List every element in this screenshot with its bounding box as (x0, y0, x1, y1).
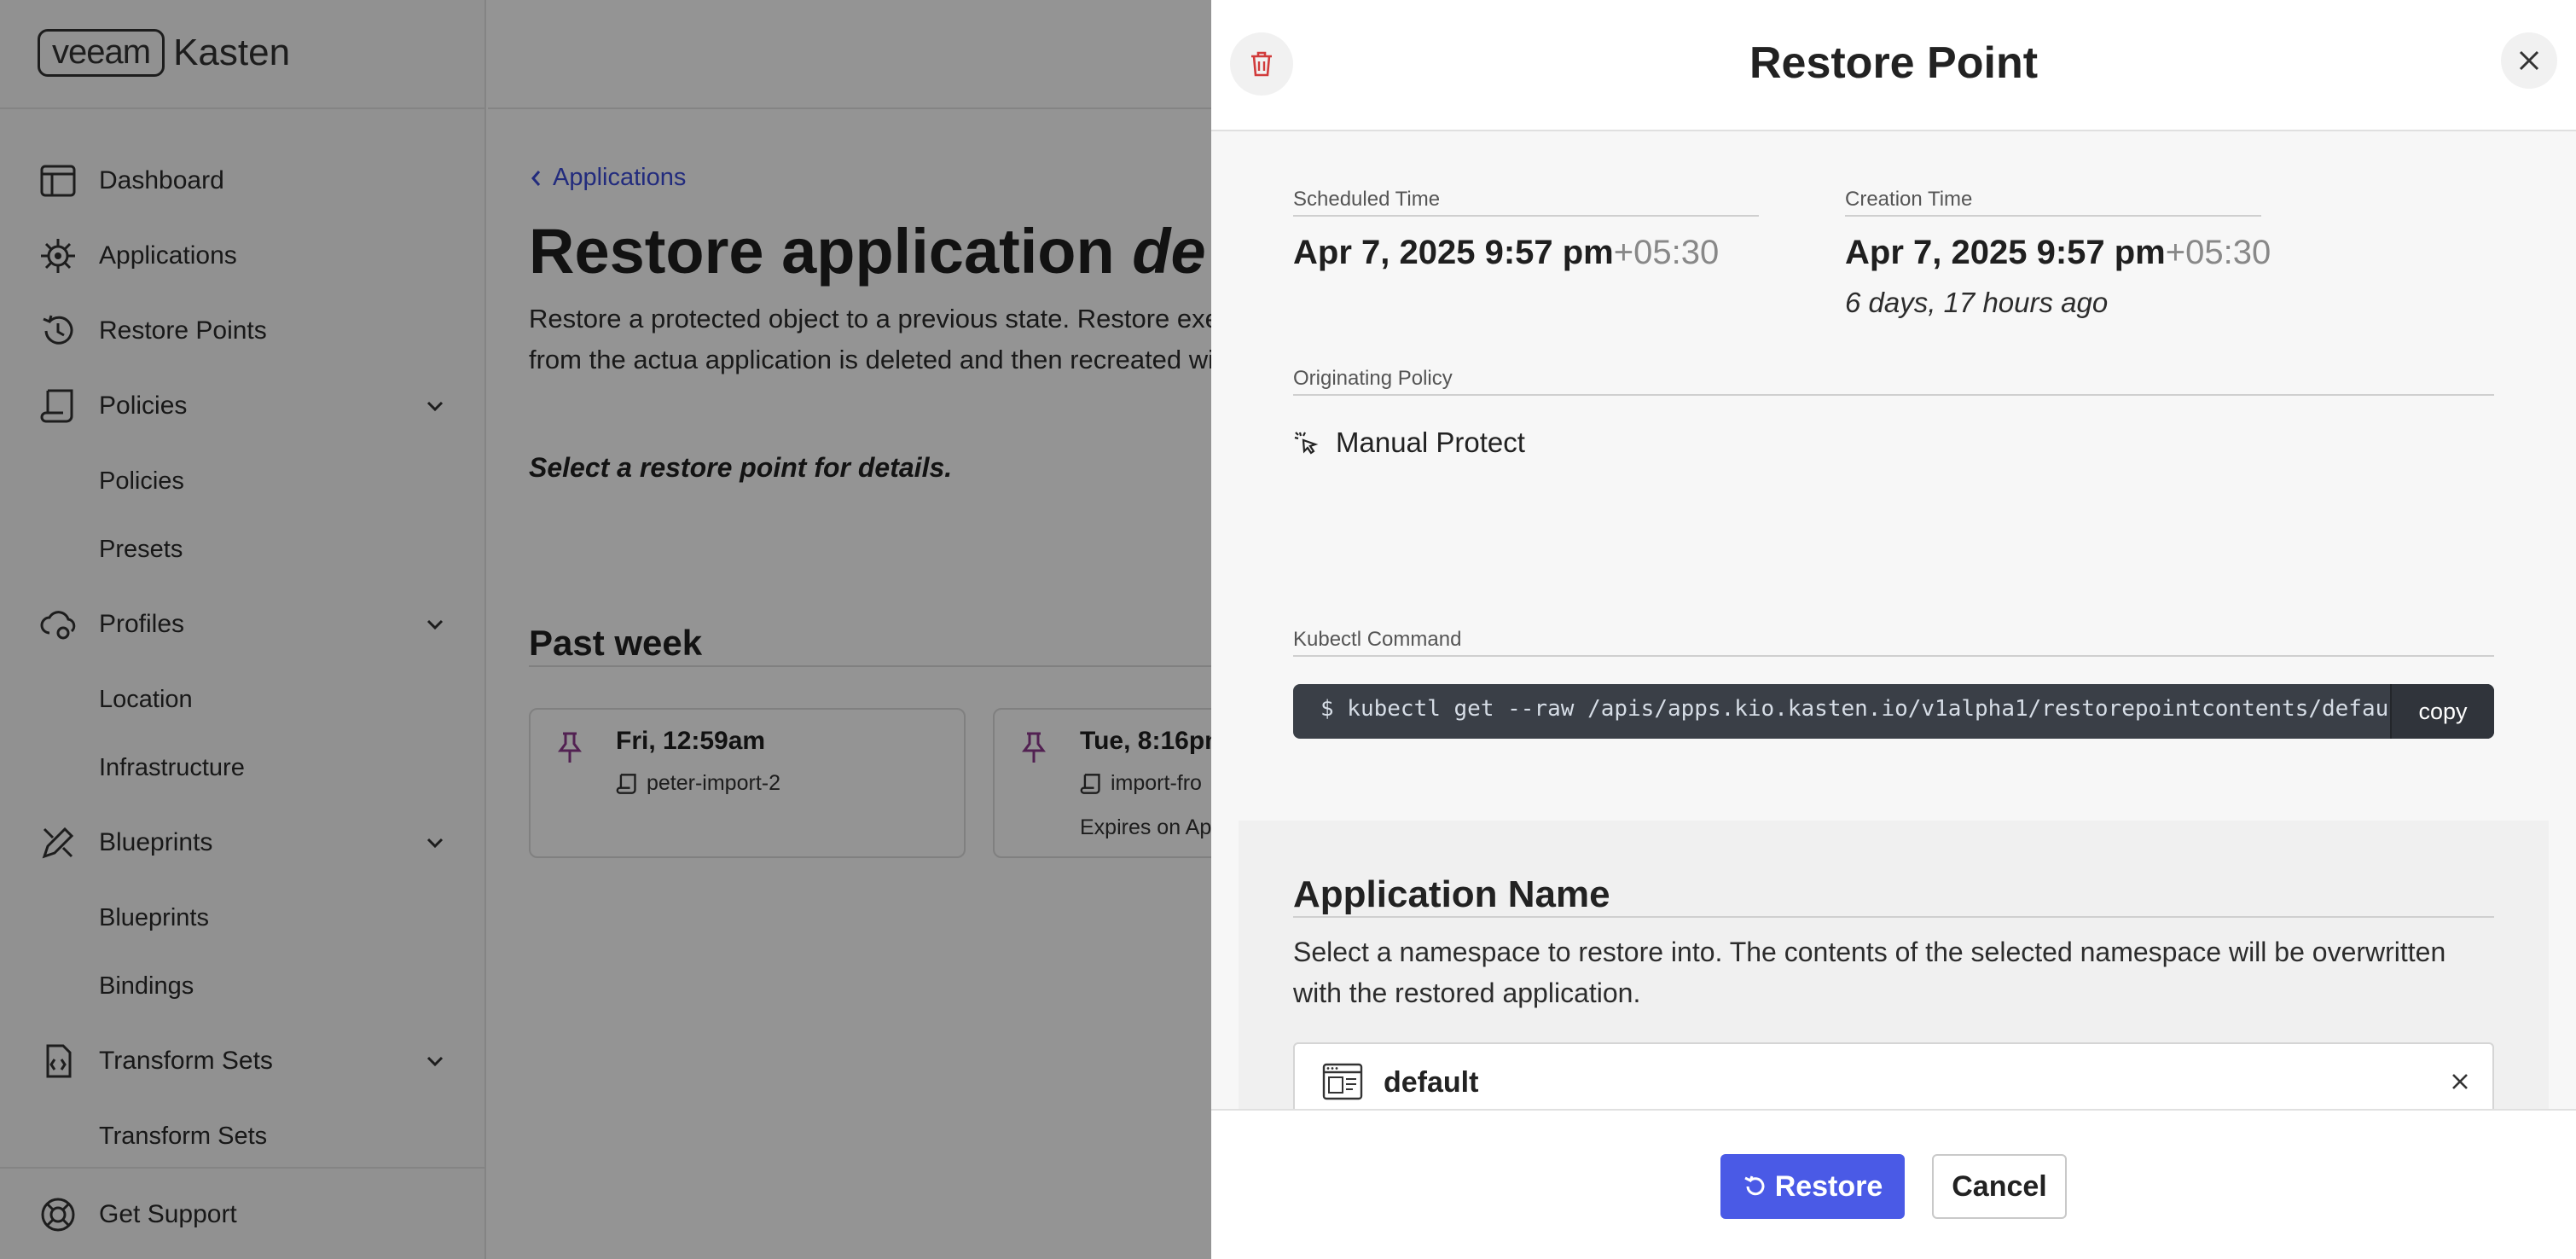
kubectl-command-label: Kubectl Command (1293, 628, 2494, 657)
drawer-footer: Restore Cancel (1211, 1109, 2576, 1259)
creation-timezone: +05:30 (2165, 234, 2271, 271)
section-description: Select a namespace to restore into. The … (1293, 937, 2446, 1008)
close-button[interactable] (2501, 32, 2557, 89)
drawer-header: Restore Point (1211, 0, 2576, 131)
restore-button-label: Restore (1774, 1169, 1883, 1203)
originating-policy: Manual Protect (1293, 426, 1525, 459)
restore-icon (1744, 1175, 1765, 1196)
creation-date: Apr 7, 2025 9:57 pm (1845, 234, 2166, 271)
scheduled-time-label: Scheduled Time (1293, 188, 1759, 217)
divider (1293, 916, 2494, 918)
creation-time-value: Apr 7, 2025 9:57 pm+05:30 (1845, 234, 2271, 272)
kubectl-command-box[interactable]: $ kubectl get --raw /apis/apps.kio.kaste… (1293, 684, 2494, 739)
cancel-button[interactable]: Cancel (1932, 1154, 2067, 1219)
namespace-icon (1322, 1063, 1363, 1100)
copy-button[interactable]: copy (2390, 684, 2494, 739)
creation-relative-time: 6 days, 17 hours ago (1845, 287, 2109, 318)
scheduled-time-value: Apr 7, 2025 9:57 pm+05:30 (1293, 234, 1719, 272)
scheduled-timezone: +05:30 (1613, 234, 1720, 271)
kubectl-command[interactable]: $ kubectl get --raw /apis/apps.kio.kaste… (1320, 696, 2428, 722)
scheduled-date: Apr 7, 2025 9:57 pm (1293, 234, 1614, 271)
creation-time-label: Creation Time (1845, 188, 2261, 217)
manual-click-icon (1294, 432, 1319, 455)
originating-policy-value: Manual Protect (1336, 426, 1525, 458)
close-icon (2519, 50, 2539, 71)
namespace-value: default (1384, 1066, 1479, 1099)
restore-button[interactable]: Restore (1720, 1154, 1905, 1219)
restore-point-drawer: Restore Point Scheduled Time Apr 7, 2025… (1211, 0, 2576, 1259)
close-icon (2452, 1074, 2468, 1089)
section-title: Application Name (1293, 873, 1610, 915)
originating-policy-label: Originating Policy (1293, 367, 2494, 396)
drawer-title: Restore Point (1749, 38, 2039, 88)
clear-selection-button[interactable] (2445, 1066, 2475, 1097)
